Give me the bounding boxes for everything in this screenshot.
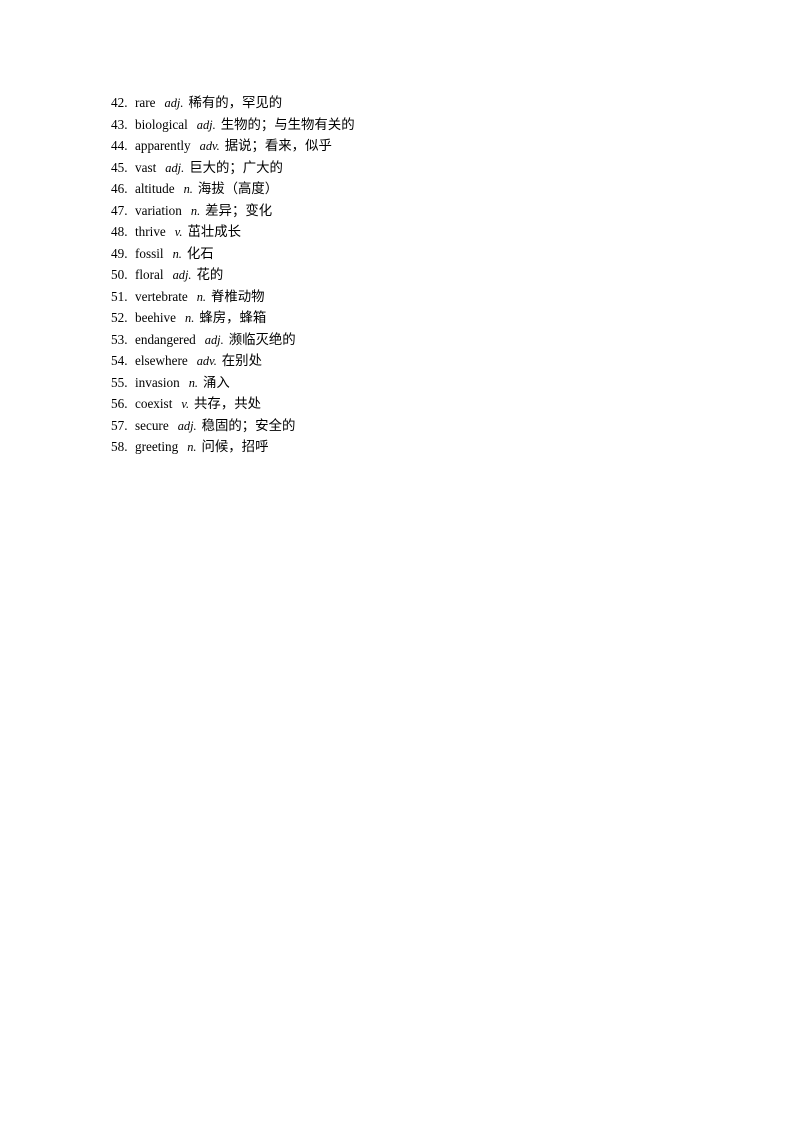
- entry-number: 53.: [111, 331, 128, 347]
- vocabulary-entry: 53. endangered adj. 濒临灭绝的: [111, 329, 731, 351]
- entry-definition: 化石: [186, 246, 214, 262]
- entry-number: 56.: [111, 396, 128, 411]
- entry-part-of-speech: n.: [172, 246, 182, 261]
- vocabulary-entry: 48. thrive v. 茁壮成长: [111, 221, 731, 243]
- entry-part-of-speech: v.: [181, 397, 190, 411]
- entry-part-of-speech: n.: [188, 375, 198, 390]
- vocabulary-entry: 51. vertebrate n. 脊椎动物: [111, 286, 731, 308]
- vocabulary-entry: 46. altitude n. 海拔（高度）: [111, 178, 731, 200]
- entry-definition: 花的: [196, 268, 224, 283]
- entry-number: 48.: [111, 224, 128, 239]
- entry-number: 50.: [111, 267, 128, 282]
- entry-definition: 据说；看来，似乎: [224, 139, 332, 154]
- entry-number: 58.: [111, 439, 128, 454]
- vocabulary-entry: 45. vast adj. 巨大的；广大的: [111, 157, 731, 179]
- entry-definition: 稳固的；安全的: [201, 418, 296, 434]
- entry-word: rare: [135, 95, 156, 110]
- entry-word: greeting: [135, 439, 179, 454]
- entry-definition: 差异；变化: [205, 203, 273, 219]
- vocabulary-entry: 44. apparently adv. 据说；看来，似乎: [111, 135, 731, 157]
- vocabulary-list: 42. rare adj. 稀有的，罕见的 43. biological adj. 生物的；与…: [111, 92, 731, 458]
- vocabulary-entry: 47. variation n. 差异；变化: [111, 200, 731, 222]
- entry-definition: 在别处: [221, 354, 262, 369]
- entry-part-of-speech: adv.: [196, 354, 217, 368]
- entry-word: elsewhere: [135, 353, 188, 368]
- entry-part-of-speech: adj.: [177, 418, 197, 433]
- entry-part-of-speech: adj.: [204, 332, 224, 347]
- entry-word: vertebrate: [135, 288, 188, 304]
- entry-word: secure: [135, 417, 169, 433]
- entry-word: vast: [135, 159, 157, 175]
- entry-part-of-speech: v.: [174, 225, 183, 239]
- entry-part-of-speech: adv.: [199, 139, 220, 153]
- entry-number: 52.: [111, 310, 128, 325]
- entry-definition: 脊椎动物: [211, 289, 265, 305]
- entry-number: 42.: [111, 95, 128, 110]
- entry-number: 55.: [111, 374, 128, 390]
- vocabulary-entry: 55. invasion n. 涌入: [111, 372, 731, 394]
- entry-part-of-speech: adj.: [196, 117, 216, 132]
- entry-part-of-speech: adj.: [164, 96, 184, 110]
- entry-part-of-speech: n.: [187, 440, 197, 454]
- vocabulary-entry: 52. beehive n. 蜂房，蜂箱: [111, 307, 731, 329]
- entry-part-of-speech: n.: [185, 311, 195, 325]
- entry-number: 43.: [111, 116, 128, 132]
- entry-part-of-speech: adj.: [172, 268, 192, 282]
- entry-number: 57.: [111, 417, 128, 433]
- entry-number: 49.: [111, 245, 128, 261]
- vocabulary-entry: 57. secure adj. 稳固的；安全的: [111, 415, 731, 437]
- entry-number: 51.: [111, 288, 128, 304]
- vocabulary-entry: 49. fossil n. 化石: [111, 243, 731, 265]
- entry-number: 47.: [111, 202, 128, 218]
- vocabulary-entry: 58. greeting n. 问候，招呼: [111, 436, 731, 458]
- entry-word: apparently: [135, 138, 191, 153]
- vocabulary-entry: 54. elsewhere adv. 在别处: [111, 350, 731, 372]
- entry-definition: 海拔（高度）: [197, 182, 279, 197]
- entry-word: invasion: [135, 374, 180, 390]
- entry-number: 45.: [111, 159, 128, 175]
- vocabulary-entry: 43. biological adj. 生物的；与生物有关的: [111, 114, 731, 136]
- entry-definition: 稀有的，罕见的: [188, 96, 283, 111]
- entry-word: endangered: [135, 331, 196, 347]
- entry-definition: 巨大的；广大的: [189, 160, 283, 176]
- entry-definition: 生物的；与生物有关的: [220, 117, 355, 133]
- entry-definition: 茁壮成长: [187, 225, 242, 240]
- entry-number: 46.: [111, 181, 128, 196]
- vocabulary-entry: 42. rare adj. 稀有的，罕见的: [111, 92, 731, 114]
- entry-part-of-speech: n.: [196, 289, 207, 304]
- entry-number: 44.: [111, 138, 128, 153]
- entry-word: biological: [135, 116, 188, 132]
- entry-part-of-speech: n.: [183, 182, 193, 196]
- entry-word: fossil: [135, 245, 164, 261]
- entry-word: coexist: [135, 396, 173, 411]
- entry-definition: 濒临灭绝的: [228, 332, 296, 348]
- entry-part-of-speech: n.: [190, 203, 201, 218]
- entry-definition: 涌入: [203, 375, 230, 391]
- entry-word: floral: [135, 267, 164, 282]
- entry-part-of-speech: adj.: [165, 160, 185, 175]
- entry-word: beehive: [135, 310, 177, 325]
- entry-definition: 蜂房，蜂箱: [199, 311, 267, 326]
- entry-word: thrive: [135, 224, 166, 239]
- vocabulary-entry: 50. floral adj. 花的: [111, 264, 731, 286]
- entry-definition: 问候，招呼: [201, 440, 269, 455]
- entry-word: altitude: [135, 181, 175, 196]
- entry-number: 54.: [111, 353, 128, 368]
- vocabulary-entry: 56. coexist v. 共存，共处: [111, 393, 731, 415]
- document-page: 42. rare adj. 稀有的，罕见的 43. biological adj. 生物的；与…: [0, 0, 794, 1123]
- entry-word: variation: [135, 202, 182, 218]
- entry-definition: 共存，共处: [194, 397, 261, 412]
